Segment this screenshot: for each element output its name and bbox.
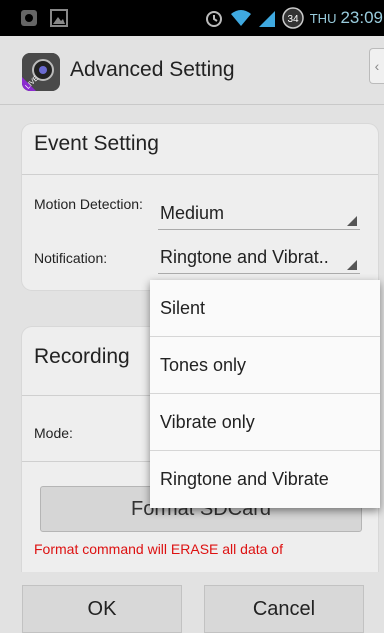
badge-icon: 34: [281, 7, 304, 29]
notification-label: Notification:: [34, 250, 108, 266]
svg-text:34: 34: [287, 14, 299, 25]
cancel-button[interactable]: Cancel: [204, 585, 364, 633]
divider: [22, 174, 378, 175]
wifi-icon: [230, 10, 251, 26]
event-setting-panel: Event Setting Motion Detection: Medium N…: [22, 124, 378, 290]
recording-title: Recording: [34, 345, 130, 368]
motion-detection-spinner[interactable]: Medium: [158, 198, 360, 230]
dropdown-item-silent[interactable]: Silent: [150, 280, 380, 337]
dropdown-item-ringtone-and-vibrate[interactable]: Ringtone and Vibrate: [150, 451, 380, 508]
back-arrow-icon[interactable]: ‹: [369, 48, 384, 84]
dropdown-item-tones-only[interactable]: Tones only: [150, 337, 380, 394]
notification-dropdown: Silent Tones only Vibrate only Ringtone …: [150, 280, 380, 508]
app-icon: LIVE: [22, 53, 60, 91]
page-title: Advanced Setting: [70, 58, 235, 81]
status-bar: 34 THU 23:09: [0, 0, 384, 36]
button-bar: OK Cancel: [0, 572, 384, 633]
clock: 23:09: [340, 8, 383, 27]
motion-detection-label: Motion Detection:: [34, 196, 143, 212]
day-label: THU: [309, 10, 337, 26]
notification-value: Ringtone and Vibrat..: [160, 247, 329, 267]
alarm-icon: [205, 11, 222, 27]
format-warning-text: Format command will ERASE all data of: [34, 541, 283, 557]
title-bar: LIVE Advanced Setting ‹: [0, 36, 384, 105]
notification-spinner[interactable]: Ringtone and Vibrat..: [158, 242, 360, 274]
image-icon: [50, 9, 68, 27]
spinner-arrow-icon: [347, 260, 357, 270]
ok-button[interactable]: OK: [22, 585, 182, 633]
signal-icon: [258, 11, 275, 27]
spinner-arrow-icon: [347, 216, 357, 226]
motion-detection-value: Medium: [160, 203, 225, 223]
event-setting-title: Event Setting: [34, 132, 159, 155]
notification-icon: [21, 10, 37, 26]
dropdown-item-vibrate-only[interactable]: Vibrate only: [150, 394, 380, 451]
mode-label: Mode:: [34, 425, 73, 441]
